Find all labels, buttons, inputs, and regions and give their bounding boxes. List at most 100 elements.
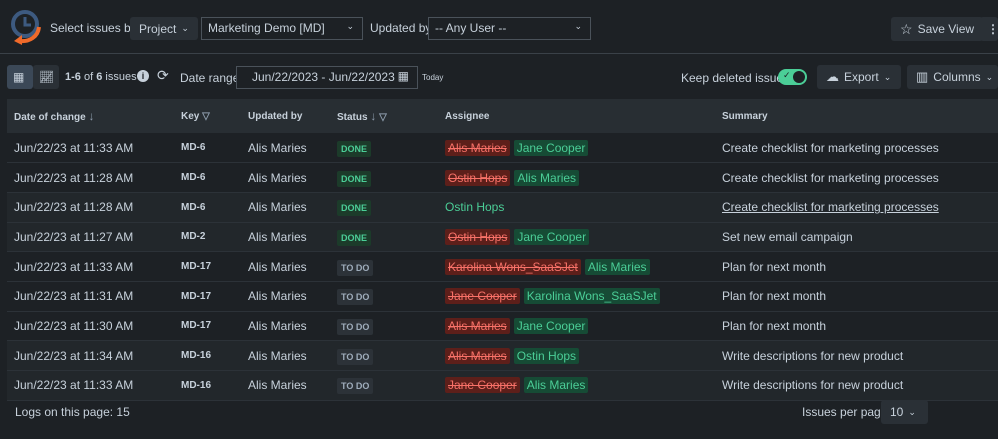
more-options-button[interactable]: ⋮ (980, 17, 998, 41)
assignee-cell: Ostin Hops Alis Maries (438, 162, 715, 193)
summary-link[interactable]: Plan for next month (715, 251, 998, 282)
date-range-input[interactable]: Jun/22/2023 - Jun/22/2023 ▦ (236, 66, 418, 89)
table-row[interactable]: Jun/22/23 at 11:27 AM MD-2 Alis Maries D… (7, 222, 998, 253)
new-assignee: Jane Cooper (514, 228, 590, 245)
updated-by-cell: Alis Maries (241, 222, 330, 253)
per-page-label: Issues per page: (802, 405, 891, 419)
summary-link[interactable]: Create checklist for marketing processes (715, 133, 998, 164)
select-issues-label: Select issues by: (50, 21, 141, 35)
column-header-status[interactable]: Status ↓ ▽ (330, 99, 438, 133)
calendar-icon[interactable]: ▦ (398, 69, 409, 83)
chevron-down-icon: ⌄ (985, 71, 994, 82)
select-by-value: Project (139, 21, 177, 36)
issue-count: 1-6 of 6 issues (65, 71, 137, 83)
info-icon[interactable]: i (137, 70, 149, 82)
project-dropdown[interactable]: Marketing Demo [MD] ⌄ (201, 17, 363, 40)
status-cell: TO DO (330, 251, 438, 282)
column-header-summary[interactable]: Summary (715, 99, 998, 133)
refresh-icon[interactable]: ⟳ (157, 67, 169, 84)
table-row[interactable]: Jun/22/23 at 11:33 AM MD-6 Alis Maries D… (7, 133, 998, 164)
table-row[interactable]: Jun/22/23 at 11:28 AM MD-6 Alis Maries D… (7, 192, 998, 223)
star-icon: ☆ (900, 20, 913, 37)
new-assignee: Alis Maries (514, 169, 580, 186)
summary-link[interactable]: Plan for next month (715, 281, 998, 312)
status-cell: DONE (330, 222, 438, 253)
summary-link[interactable]: Plan for next month (715, 311, 998, 342)
table-row[interactable]: Jun/22/23 at 11:33 AM MD-17 Alis Maries … (7, 251, 998, 282)
status-cell: TO DO (330, 281, 438, 312)
sort-down-icon[interactable]: ↓ (88, 109, 94, 123)
assignee-cell: Alis Maries Jane Cooper (438, 311, 715, 342)
issue-key-link[interactable]: MD-6 (174, 192, 241, 223)
keep-deleted-label: Keep deleted issues (681, 71, 790, 85)
date-cell: Jun/22/23 at 11:28 AM (7, 162, 174, 193)
summary-link[interactable]: Set new email campaign (715, 222, 998, 253)
new-assignee: Alis Maries (584, 258, 650, 275)
select-by-dropdown[interactable]: Project ⌄ (130, 17, 198, 40)
keep-deleted-toggle[interactable]: ✓ (778, 69, 807, 85)
table-view-button[interactable]: ▦ (7, 65, 33, 89)
issue-key-link[interactable]: MD-17 (174, 281, 241, 312)
updated-by-cell: Alis Maries (241, 340, 330, 371)
issue-key-link[interactable]: MD-6 (174, 133, 241, 164)
chart-icon: 📈︎ (39, 70, 55, 84)
assignee-cell: Alis Maries Ostin Hops (438, 340, 715, 371)
updated-by-cell: Alis Maries (241, 133, 330, 164)
sort-down-icon[interactable]: ↓ (370, 109, 376, 123)
new-assignee: Ostin Hops (445, 200, 505, 215)
old-assignee: Karolina Wons_SaaSJet (445, 258, 581, 275)
column-header-key[interactable]: Key ▽ (174, 99, 241, 133)
old-assignee: Jane Cooper (445, 288, 520, 305)
chevron-down-icon: ⌄ (908, 406, 916, 417)
updated-by-cell: Alis Maries (241, 192, 330, 223)
issue-key-link[interactable]: MD-16 (174, 370, 241, 401)
per-page-dropdown[interactable]: 10 ⌄ (881, 400, 928, 424)
status-cell: TO DO (330, 340, 438, 371)
summary-link[interactable]: Write descriptions for new product (715, 340, 998, 371)
status-cell: TO DO (330, 370, 438, 401)
summary-link[interactable]: Write descriptions for new product (715, 370, 998, 401)
columns-button[interactable]: ▥ Columns ⌄ (907, 65, 998, 89)
date-cell: Jun/22/23 at 11:33 AM (7, 251, 174, 282)
column-header-assignee[interactable]: Assignee (438, 99, 715, 133)
issue-key-link[interactable]: MD-17 (174, 311, 241, 342)
status-badge: TO DO (337, 259, 374, 276)
export-button[interactable]: ☁ Export ⌄ (817, 65, 901, 89)
status-badge: DONE (337, 170, 372, 187)
issue-key-link[interactable]: MD-16 (174, 340, 241, 371)
column-header-date[interactable]: Date of change ↓ (7, 99, 174, 133)
column-header-updated-by[interactable]: Updated by (241, 99, 330, 133)
old-assignee: Alis Maries (445, 317, 510, 334)
filter-icon[interactable]: ▽ (379, 112, 387, 123)
summary-link[interactable]: Create checklist for marketing processes (715, 192, 998, 223)
summary-link[interactable]: Create checklist for marketing processes (715, 162, 998, 193)
filter-icon[interactable]: ▽ (202, 111, 210, 122)
issue-key-link[interactable]: MD-2 (174, 222, 241, 253)
assignee-cell: Jane Cooper Alis Maries (438, 370, 715, 401)
status-cell: DONE (330, 192, 438, 223)
chevron-down-icon: ⌄ (574, 21, 582, 31)
today-button[interactable]: Today (422, 73, 443, 82)
date-cell: Jun/22/23 at 11:30 AM (7, 311, 174, 342)
issue-key-link[interactable]: MD-6 (174, 162, 241, 193)
export-label: Export (844, 70, 879, 84)
table-row[interactable]: Jun/22/23 at 11:28 AM MD-6 Alis Maries D… (7, 162, 998, 193)
status-badge: TO DO (337, 378, 374, 395)
status-badge: TO DO (337, 289, 374, 306)
date-cell: Jun/22/23 at 11:33 AM (7, 133, 174, 164)
chevron-down-icon: ⌄ (883, 71, 892, 82)
chart-view-button[interactable]: 📈︎ (33, 65, 59, 89)
table-row[interactable]: Jun/22/23 at 11:31 AM MD-17 Alis Maries … (7, 281, 998, 312)
updated-by-cell: Alis Maries (241, 251, 330, 282)
per-page-value: 10 (890, 405, 904, 419)
old-assignee: Ostin Hops (445, 169, 511, 186)
issue-key-link[interactable]: MD-17 (174, 251, 241, 282)
status-badge: TO DO (337, 318, 374, 335)
table-row[interactable]: Jun/22/23 at 11:34 AM MD-16 Alis Maries … (7, 340, 998, 371)
save-view-button[interactable]: ☆ Save View (891, 17, 984, 41)
table-row[interactable]: Jun/22/23 at 11:30 AM MD-17 Alis Maries … (7, 311, 998, 342)
date-cell: Jun/22/23 at 11:34 AM (7, 340, 174, 371)
table-row[interactable]: Jun/22/23 at 11:33 AM MD-16 Alis Maries … (7, 370, 998, 401)
updated-by-dropdown[interactable]: -- Any User -- ⌄ (428, 17, 591, 40)
chevron-down-icon: ⌄ (181, 23, 189, 33)
